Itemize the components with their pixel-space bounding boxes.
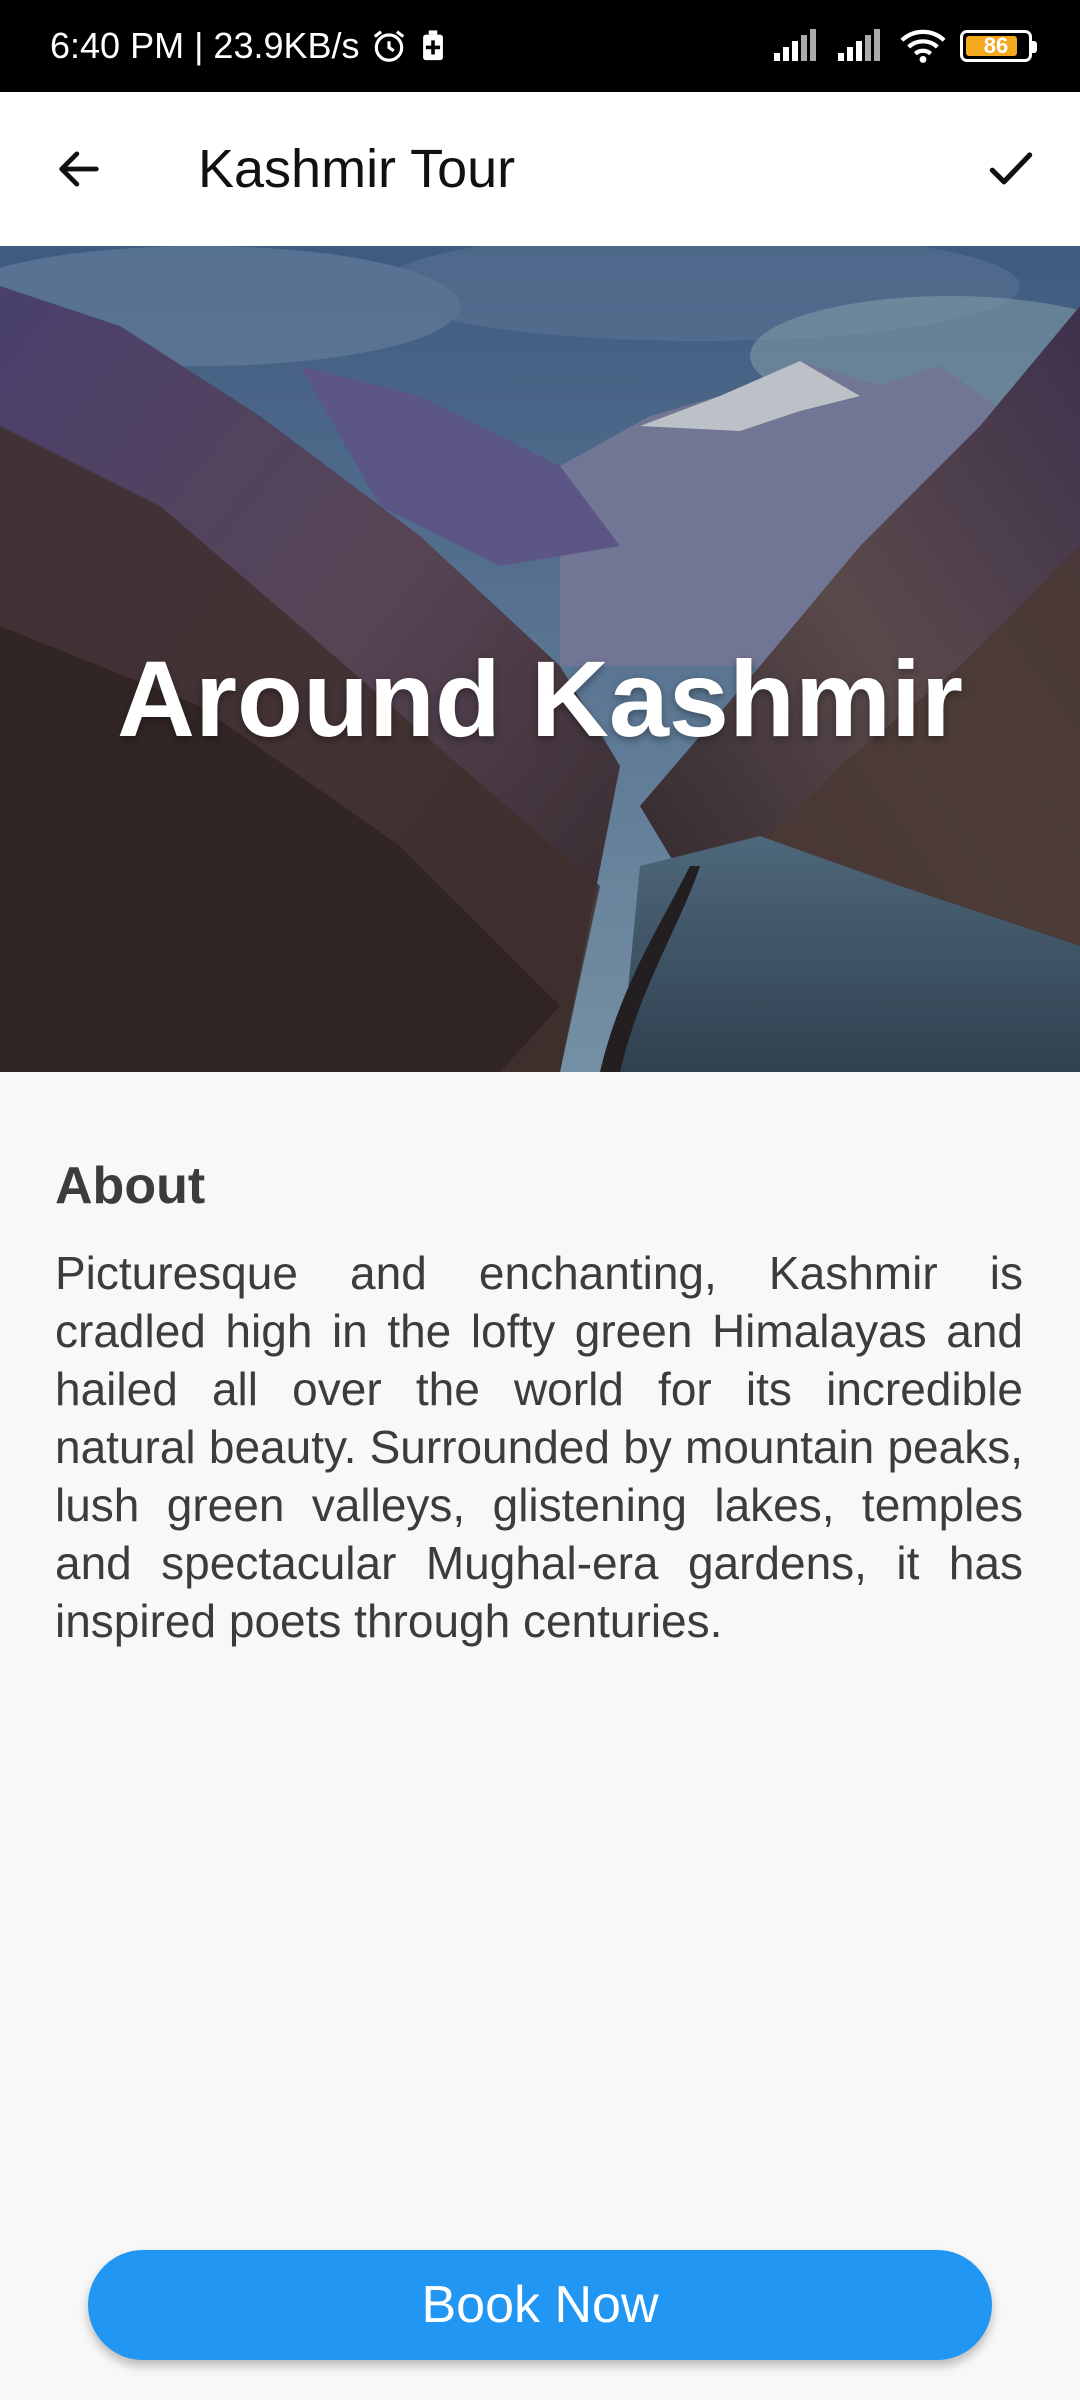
battery-level: 86	[983, 33, 1009, 58]
status-left: 6:40 PM | 23.9KB/s	[50, 25, 448, 67]
screen: 6:40 PM | 23.9KB/s 86 Kashmir Tour Aroun…	[0, 0, 1080, 2400]
status-right: 86	[772, 28, 1037, 64]
hero-title: Around Kashmir	[116, 638, 964, 759]
confirm-button[interactable]	[972, 130, 1050, 208]
book-now-button[interactable]: Book Now	[88, 2250, 992, 2360]
about-heading: About	[55, 1157, 206, 1215]
alarm-icon	[370, 27, 408, 65]
hero-image: Around Kashmir	[0, 246, 1080, 1072]
check-icon	[989, 152, 1033, 185]
status-time-speed: 6:40 PM | 23.9KB/s	[50, 25, 360, 66]
arrow-back-icon	[59, 151, 99, 187]
back-button[interactable]	[40, 130, 118, 208]
about-description: Picturesque and enchanting, Kashmir is c…	[55, 1247, 1023, 1647]
page-title: Kashmir Tour	[198, 139, 516, 199]
battery-icon: 86	[960, 30, 1037, 62]
signal-icon	[772, 29, 822, 63]
app-bar: Kashmir Tour	[0, 92, 1080, 246]
signal-icon-2	[836, 29, 886, 63]
wifi-icon	[900, 28, 946, 64]
status-bar: 6:40 PM | 23.9KB/s 86	[0, 0, 1080, 92]
battery-saver-icon	[418, 29, 448, 63]
